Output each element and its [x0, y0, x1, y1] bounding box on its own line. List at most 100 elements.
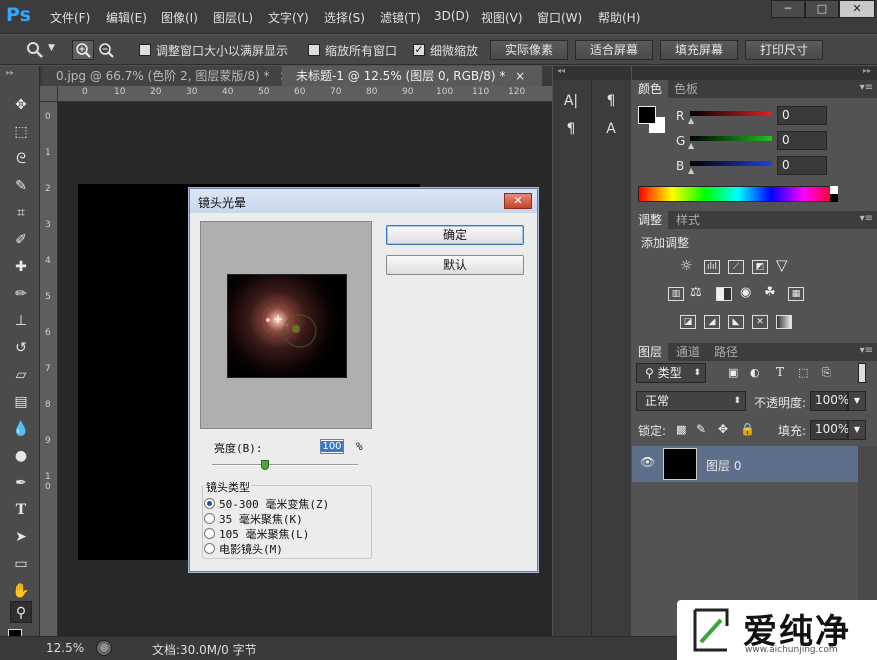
- brightness-slider-thumb[interactable]: [260, 460, 269, 470]
- lens-50-300-radio[interactable]: [204, 498, 215, 509]
- slider-thumb-icon[interactable]: ▲: [688, 116, 694, 125]
- color-spectrum-bar[interactable]: [638, 186, 838, 202]
- tab-paths[interactable]: 路径: [708, 343, 744, 361]
- lens-movie-radio[interactable]: [204, 543, 215, 554]
- rectangle-tool-icon[interactable]: ▭: [10, 553, 32, 575]
- lens-50-300-label[interactable]: 50-300 毫米变焦(Z): [219, 496, 329, 512]
- posterize-icon[interactable]: ◢: [704, 315, 720, 329]
- dialog-titlebar[interactable]: 镜头光晕 ✕: [190, 189, 537, 213]
- curves-adjust-icon[interactable]: ⟋: [728, 260, 744, 274]
- menu-image[interactable]: 图像(I): [161, 9, 198, 26]
- panel-menu-icon[interactable]: ▾≡: [860, 82, 873, 93]
- red-slider[interactable]: [690, 111, 772, 116]
- crop-tool-icon[interactable]: ⌗: [10, 202, 32, 224]
- default-button[interactable]: 默认: [386, 255, 524, 275]
- blur-tool-icon[interactable]: 💧: [10, 418, 32, 440]
- type-tool-icon[interactable]: T: [10, 499, 32, 521]
- color-balance-icon[interactable]: ⚖: [690, 285, 702, 300]
- menu-type[interactable]: 文字(Y): [268, 9, 309, 26]
- photo-filter-icon[interactable]: ◉: [740, 285, 751, 300]
- dialog-close-button[interactable]: ✕: [504, 193, 532, 209]
- blue-value-input[interactable]: 0: [777, 156, 827, 175]
- menu-3d[interactable]: 3D(D): [434, 9, 469, 23]
- opacity-input[interactable]: 100%: [810, 391, 849, 411]
- slider-thumb-icon[interactable]: ▲: [688, 141, 694, 150]
- minimize-button[interactable]: ─: [771, 0, 805, 18]
- status-info-icon[interactable]: ◎: [96, 640, 112, 656]
- lasso-tool-icon[interactable]: ᘓ: [10, 148, 32, 170]
- hand-tool-icon[interactable]: ✋: [10, 580, 32, 602]
- menu-edit[interactable]: 编辑(E): [106, 9, 147, 26]
- gradient-tool-icon[interactable]: ▤: [10, 391, 32, 413]
- panel-menu-icon[interactable]: ▾≡: [860, 345, 873, 356]
- lock-position-icon[interactable]: ✥: [718, 422, 728, 436]
- tab-color[interactable]: 颜色: [632, 80, 669, 98]
- tab-untitled-1[interactable]: 未标题-1 @ 12.5% (图层 0, RGB/8) * ×: [282, 66, 542, 86]
- vibrance-adjust-icon[interactable]: ▽: [776, 256, 788, 274]
- threshold-icon[interactable]: ◣: [728, 315, 744, 329]
- black-white-ramp[interactable]: [830, 186, 838, 202]
- tab-0-jpg[interactable]: 0.jpg @ 66.7% (色阶 2, 图层蒙版/8) * ×: [42, 66, 289, 86]
- flare-preview-area[interactable]: [200, 221, 372, 429]
- fill-screen-button[interactable]: 填充屏幕: [660, 40, 738, 60]
- menu-select[interactable]: 选择(S): [324, 9, 365, 26]
- hue-saturation-icon[interactable]: ▥: [668, 287, 684, 301]
- lens-105-radio[interactable]: [204, 528, 215, 539]
- lock-all-icon[interactable]: 🔒: [740, 422, 755, 436]
- eyedropper-tool-icon[interactable]: ✐: [10, 229, 32, 251]
- selective-color-icon[interactable]: ✕: [752, 315, 768, 329]
- filter-toggle-switch[interactable]: [858, 363, 866, 383]
- zoom-all-windows-checkbox[interactable]: [308, 44, 320, 56]
- pen-tool-icon[interactable]: ✒: [10, 472, 32, 494]
- layer-row[interactable]: 👁 图层 0: [632, 446, 858, 482]
- collapse-icon[interactable]: ▸▸: [863, 66, 871, 75]
- tab-styles[interactable]: 样式: [670, 211, 706, 229]
- menu-file[interactable]: 文件(F): [50, 9, 90, 26]
- foreground-color-swatch-top[interactable]: [638, 106, 656, 124]
- zoom-out-icon[interactable]: [96, 41, 116, 59]
- blue-slider[interactable]: [690, 161, 772, 166]
- ok-button[interactable]: 确定: [386, 225, 524, 245]
- layer-filter-dropdown[interactable]: ⚲ 类型 ⬍: [636, 363, 706, 383]
- ruler-origin[interactable]: [40, 86, 58, 102]
- fill-dropdown-arrow[interactable]: ▼: [848, 420, 866, 440]
- paragraph-styles-icon[interactable]: ¶: [599, 90, 623, 112]
- eraser-tool-icon[interactable]: ▱: [10, 364, 32, 386]
- chevron-down-icon[interactable]: ▼: [48, 43, 55, 53]
- zoom-in-icon[interactable]: [72, 40, 94, 60]
- brightness-adjust-icon[interactable]: ☼: [680, 258, 693, 274]
- lock-transparency-icon[interactable]: ▩: [676, 423, 686, 436]
- gradient-map-icon[interactable]: [776, 315, 792, 329]
- healing-brush-tool-icon[interactable]: ✚: [10, 256, 32, 278]
- black-white-icon[interactable]: [716, 287, 732, 301]
- exposure-adjust-icon[interactable]: ◩: [752, 260, 768, 274]
- tab-adjustments[interactable]: 调整: [632, 211, 669, 229]
- blend-mode-dropdown[interactable]: 正常 ⬍: [636, 391, 746, 411]
- quick-select-tool-icon[interactable]: ✎: [10, 175, 32, 197]
- tab-channels[interactable]: 通道: [670, 343, 706, 361]
- brush-tool-icon[interactable]: ✏: [10, 283, 32, 305]
- zoom-tool-icon[interactable]: ⚲: [10, 601, 32, 623]
- green-value-input[interactable]: 0: [777, 131, 827, 150]
- tab-close-icon[interactable]: ×: [515, 69, 525, 83]
- close-window-button[interactable]: ✕: [839, 0, 875, 18]
- history-brush-tool-icon[interactable]: ↺: [10, 337, 32, 359]
- opacity-dropdown-arrow[interactable]: ▼: [848, 391, 866, 411]
- tab-swatches[interactable]: 色板: [668, 80, 704, 98]
- invert-icon[interactable]: ◪: [680, 315, 696, 329]
- menu-view[interactable]: 视图(V): [481, 9, 523, 26]
- path-select-tool-icon[interactable]: ➤: [10, 526, 32, 548]
- menu-filter[interactable]: 滤镜(T): [380, 9, 421, 26]
- filter-pixel-icon[interactable]: ▣: [728, 366, 738, 379]
- scrubby-zoom-checkbox[interactable]: ✓: [413, 44, 425, 56]
- menu-layer[interactable]: 图层(L): [213, 9, 253, 26]
- zoom-tool-icon[interactable]: [26, 41, 44, 59]
- channel-mixer-icon[interactable]: ☘: [764, 285, 776, 300]
- fill-input[interactable]: 100%: [810, 420, 849, 440]
- panel-menu-icon[interactable]: ▾≡: [860, 213, 873, 224]
- flare-preview-image[interactable]: [227, 274, 347, 378]
- lens-35-label[interactable]: 35 毫米聚焦(K): [219, 511, 303, 527]
- resize-windows-checkbox[interactable]: [139, 44, 151, 56]
- collapse-icon[interactable]: ▸▸: [6, 68, 14, 77]
- filter-type-icon[interactable]: T: [776, 365, 784, 379]
